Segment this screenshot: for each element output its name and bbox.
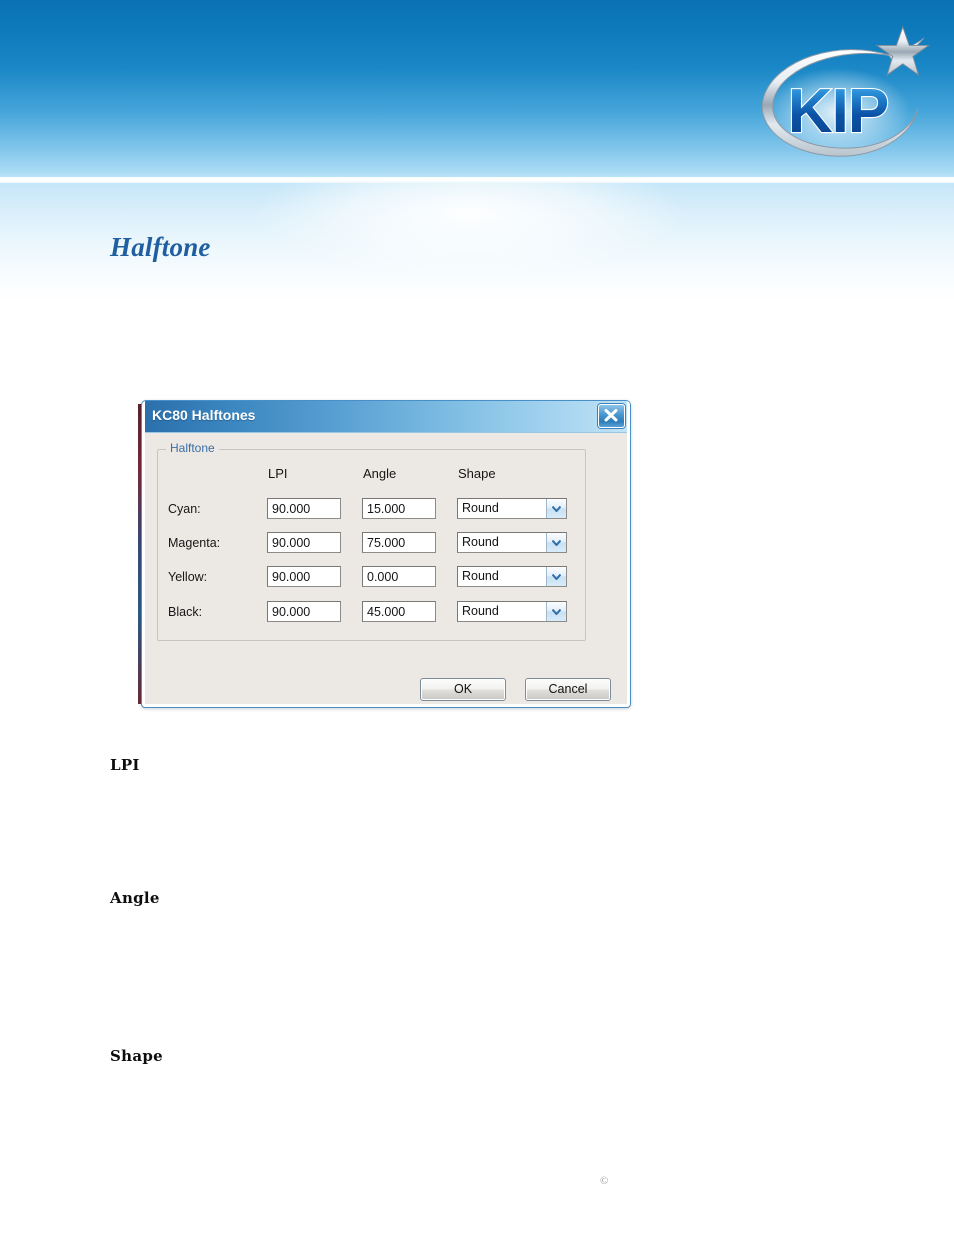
shape-select-magenta[interactable]: Round — [457, 532, 567, 553]
groupbox-legend: Halftone — [166, 441, 219, 455]
row-label-cyan: Cyan: — [168, 502, 201, 516]
shape-select-cyan[interactable]: Round — [457, 498, 567, 519]
chevron-down-icon[interactable] — [546, 602, 566, 621]
shape-value-black: Round — [462, 604, 499, 618]
page-title: Halftone — [110, 232, 211, 262]
kip-logo: KIP — [742, 16, 942, 168]
chevron-down-icon[interactable] — [546, 567, 566, 586]
lpi-input-black[interactable]: 90.000 — [267, 601, 341, 622]
cancel-button[interactable]: Cancel — [525, 678, 611, 701]
row-label-black: Black: — [168, 605, 203, 619]
svg-text:KIP: KIP — [788, 77, 888, 146]
lpi-input-magenta[interactable]: 90.000 — [267, 532, 341, 553]
close-icon — [604, 409, 618, 422]
column-header-shape: Shape — [458, 466, 496, 481]
dialog-body: Halftone LPI Angle Shape Cyan: 90.000 15… — [142, 433, 630, 707]
dialog-title: KC80 Halftones — [152, 407, 256, 423]
angle-input-black[interactable]: 45.000 — [362, 601, 436, 622]
column-header-lpi: LPI — [268, 466, 288, 481]
column-header-angle: Angle — [363, 466, 397, 481]
shape-select-black[interactable]: Round — [457, 601, 567, 622]
section-heading-angle: Angle — [110, 889, 160, 907]
copyright-symbol: © — [600, 1175, 609, 1187]
lpi-input-cyan[interactable]: 90.000 — [267, 498, 341, 519]
shape-value-cyan: Round — [462, 501, 499, 515]
angle-input-magenta[interactable]: 75.000 — [362, 532, 436, 553]
dialog-titlebar[interactable]: KC80 Halftones — [142, 401, 630, 433]
shape-value-magenta: Round — [462, 535, 499, 549]
angle-input-yellow[interactable]: 0.000 — [362, 566, 436, 587]
kip-star-swoosh-logo-icon: KIP — [761, 25, 931, 157]
shape-select-yellow[interactable]: Round — [457, 566, 567, 587]
lpi-input-yellow[interactable]: 90.000 — [267, 566, 341, 587]
section-heading-shape: Shape — [110, 1047, 163, 1065]
row-label-yellow: Yellow: — [168, 570, 208, 584]
row-label-magenta: Magenta: — [168, 536, 221, 550]
close-button[interactable] — [598, 404, 625, 428]
chevron-down-icon[interactable] — [546, 533, 566, 552]
halftone-dialog: KC80 Halftones Halftone LPI Angle Shape … — [141, 400, 631, 708]
angle-input-cyan[interactable]: 15.000 — [362, 498, 436, 519]
ok-button[interactable]: OK — [420, 678, 506, 701]
section-heading-lpi: LPI — [110, 756, 140, 774]
halftone-groupbox: Halftone LPI Angle Shape Cyan: 90.000 15… — [157, 441, 586, 641]
shape-value-yellow: Round — [462, 569, 499, 583]
chevron-down-icon[interactable] — [546, 499, 566, 518]
